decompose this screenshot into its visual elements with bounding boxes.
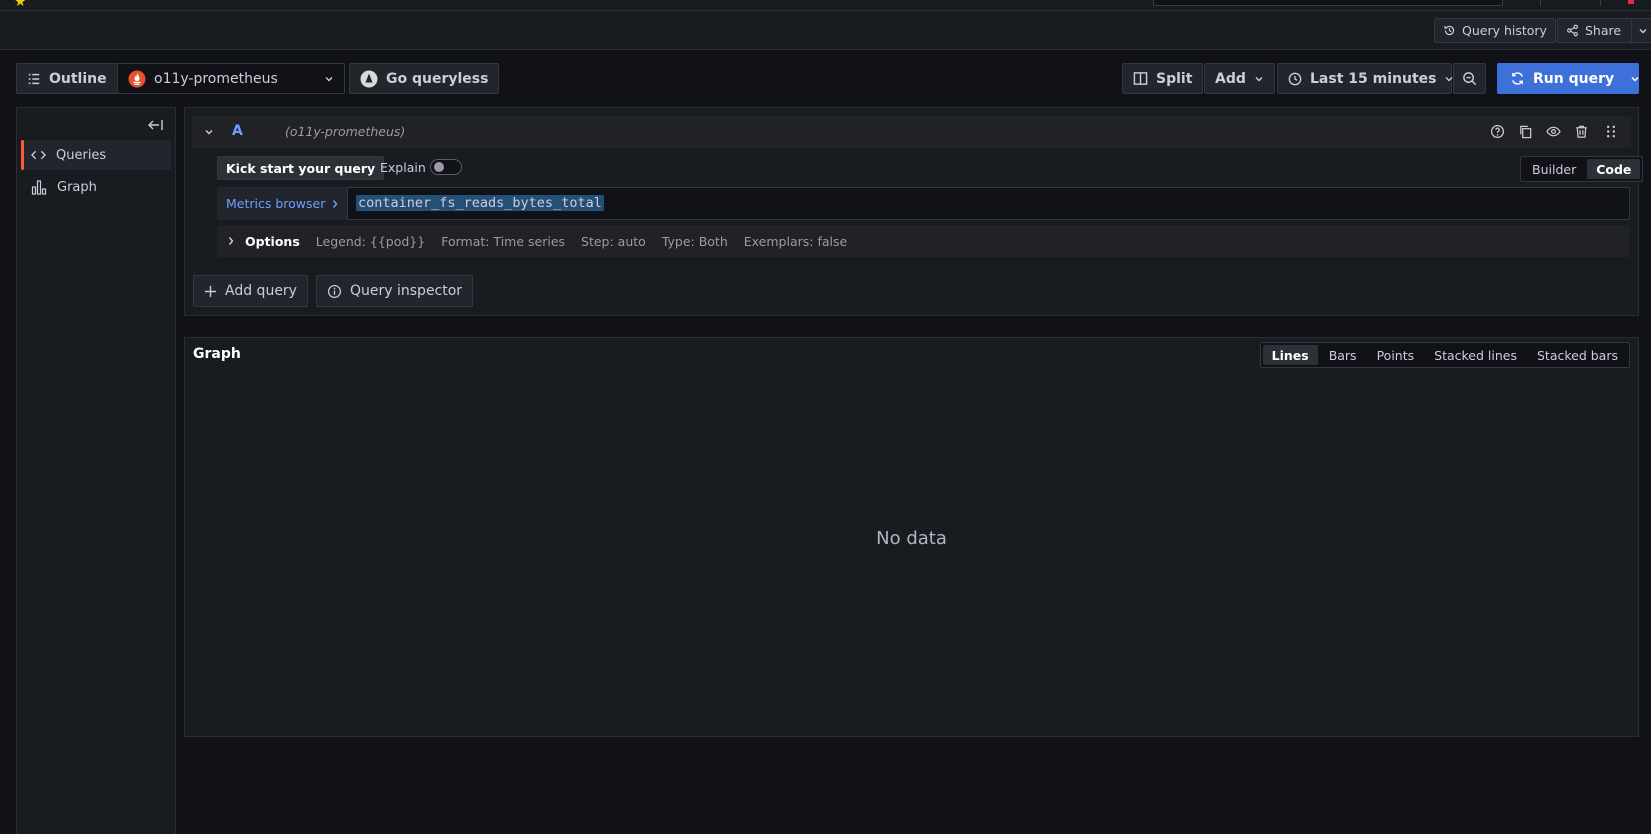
list-icon bbox=[27, 72, 41, 86]
zoom-out-icon bbox=[1462, 71, 1477, 86]
chevron-down-icon[interactable] bbox=[204, 127, 214, 137]
outline-item-graph[interactable]: Graph bbox=[21, 172, 171, 202]
outline-item-label: Graph bbox=[57, 179, 97, 195]
mode-code[interactable]: Code bbox=[1587, 159, 1641, 179]
metrics-browser-label: Metrics browser bbox=[226, 196, 326, 211]
top-divider bbox=[1600, 0, 1601, 6]
graph-mode-bars[interactable]: Bars bbox=[1320, 345, 1366, 365]
graph-mode-lines[interactable]: Lines bbox=[1262, 345, 1318, 365]
query-expression: container_fs_reads_bytes_total bbox=[356, 195, 604, 211]
plus-icon bbox=[204, 285, 217, 298]
mode-builder[interactable]: Builder bbox=[1523, 159, 1585, 179]
chevron-right-icon bbox=[227, 236, 235, 246]
explain-toggle[interactable] bbox=[430, 159, 462, 175]
chevron-down-icon bbox=[324, 74, 334, 84]
share-divider bbox=[1631, 19, 1633, 42]
clock-icon bbox=[1288, 72, 1302, 86]
zoom-out-button[interactable] bbox=[1453, 63, 1486, 94]
queryless-logo-icon bbox=[360, 70, 378, 88]
history-icon bbox=[1443, 24, 1456, 37]
chevron-down-icon bbox=[1254, 74, 1264, 84]
header-actions-bar: Query history Share bbox=[0, 11, 1651, 50]
chevron-down-icon[interactable] bbox=[1638, 26, 1648, 36]
chevron-right-icon bbox=[331, 199, 339, 209]
query-inspector-button[interactable]: Query inspector bbox=[316, 275, 474, 307]
outline-item-label: Queries bbox=[56, 147, 107, 163]
top-divider bbox=[1540, 0, 1541, 6]
option-exemplars: Exemplars: false bbox=[743, 233, 848, 249]
run-query-label: Run query bbox=[1533, 70, 1615, 87]
graph-empty-state: No data bbox=[876, 528, 947, 549]
outline-label: Outline bbox=[49, 70, 107, 87]
share-icon bbox=[1566, 24, 1579, 37]
alert-icon[interactable] bbox=[1628, 0, 1634, 4]
info-circle-icon bbox=[327, 284, 342, 299]
time-range-label: Last 15 minutes bbox=[1310, 70, 1437, 87]
option-format: Format: Time series bbox=[441, 233, 566, 249]
go-queryless-label: Go queryless bbox=[386, 70, 489, 87]
time-range-picker[interactable]: Last 15 minutes bbox=[1277, 63, 1453, 94]
query-options-row[interactable]: Options Legend: {{pod}} Format: Time ser… bbox=[217, 225, 1630, 257]
content-outline: Queries Graph bbox=[16, 107, 176, 834]
bar-chart-icon bbox=[31, 179, 47, 195]
datasource-picker[interactable]: o11y-prometheus bbox=[117, 63, 345, 94]
add-label: Add bbox=[1215, 70, 1246, 87]
graph-mode-points[interactable]: Points bbox=[1368, 345, 1424, 365]
editor-mode-switch: Builder Code bbox=[1520, 156, 1644, 182]
kick-start-label: Kick start your query bbox=[226, 160, 376, 176]
option-legend: Legend: {{pod}} bbox=[315, 233, 426, 249]
share-button[interactable]: Share bbox=[1557, 18, 1651, 43]
top-strip: ★ bbox=[0, 0, 1651, 11]
explore-toolbar: Outline o11y-prometheus Go queryless Spl… bbox=[0, 50, 1651, 106]
graph-mode-stacked-bars[interactable]: Stacked bars bbox=[1528, 345, 1627, 365]
columns-icon bbox=[1133, 71, 1148, 86]
metrics-browser-button[interactable]: Metrics browser bbox=[217, 187, 349, 220]
explain-label: Explain bbox=[380, 160, 426, 175]
add-query-button[interactable]: Add query bbox=[193, 275, 308, 307]
graph-panel: Graph Lines Bars Points Stacked lines St… bbox=[184, 337, 1639, 737]
query-inspector-label: Query inspector bbox=[350, 283, 463, 299]
trash-icon[interactable] bbox=[1574, 124, 1589, 139]
query-row-header: A (o11y-prometheus) bbox=[192, 116, 1631, 148]
add-button[interactable]: Add bbox=[1204, 63, 1275, 94]
graph-mode-stacked-lines[interactable]: Stacked lines bbox=[1425, 345, 1526, 365]
query-history-label: Query history bbox=[1462, 23, 1547, 38]
option-step: Step: auto bbox=[581, 233, 646, 249]
split-button[interactable]: Split bbox=[1122, 63, 1204, 94]
options-label: Options bbox=[245, 233, 300, 249]
option-type: Type: Both bbox=[661, 233, 728, 249]
share-label: Share bbox=[1585, 23, 1622, 38]
graph-title: Graph bbox=[193, 346, 241, 362]
run-query-button[interactable]: Run query bbox=[1497, 63, 1639, 94]
refresh-icon bbox=[1510, 71, 1525, 86]
query-ref-id[interactable]: A bbox=[232, 123, 243, 139]
star-icon[interactable]: ★ bbox=[14, 0, 27, 10]
prometheus-logo-icon bbox=[128, 70, 146, 88]
copy-icon[interactable] bbox=[1518, 124, 1533, 139]
query-datasource-hint: (o11y-prometheus) bbox=[285, 124, 406, 139]
outline-button[interactable]: Outline bbox=[16, 63, 118, 94]
add-query-label: Add query bbox=[225, 283, 297, 299]
graph-mode-switch: Lines Bars Points Stacked lines Stacked … bbox=[1259, 342, 1630, 368]
split-label: Split bbox=[1156, 70, 1193, 87]
chevron-down-icon[interactable] bbox=[1630, 74, 1640, 84]
top-search-input[interactable] bbox=[1153, 0, 1503, 6]
query-expression-editor[interactable]: container_fs_reads_bytes_total bbox=[347, 187, 1630, 220]
help-icon[interactable] bbox=[1490, 124, 1505, 139]
datasource-name: o11y-prometheus bbox=[154, 70, 278, 87]
collapse-outline-icon[interactable] bbox=[148, 118, 164, 132]
code-brackets-icon bbox=[31, 149, 46, 161]
drag-handle-icon[interactable] bbox=[1605, 124, 1617, 139]
go-queryless-button[interactable]: Go queryless bbox=[349, 63, 500, 94]
query-history-button[interactable]: Query history bbox=[1434, 18, 1556, 43]
kick-start-query-button[interactable]: Kick start your query bbox=[217, 156, 385, 180]
outline-item-queries[interactable]: Queries bbox=[21, 140, 171, 170]
eye-icon[interactable] bbox=[1546, 124, 1561, 139]
